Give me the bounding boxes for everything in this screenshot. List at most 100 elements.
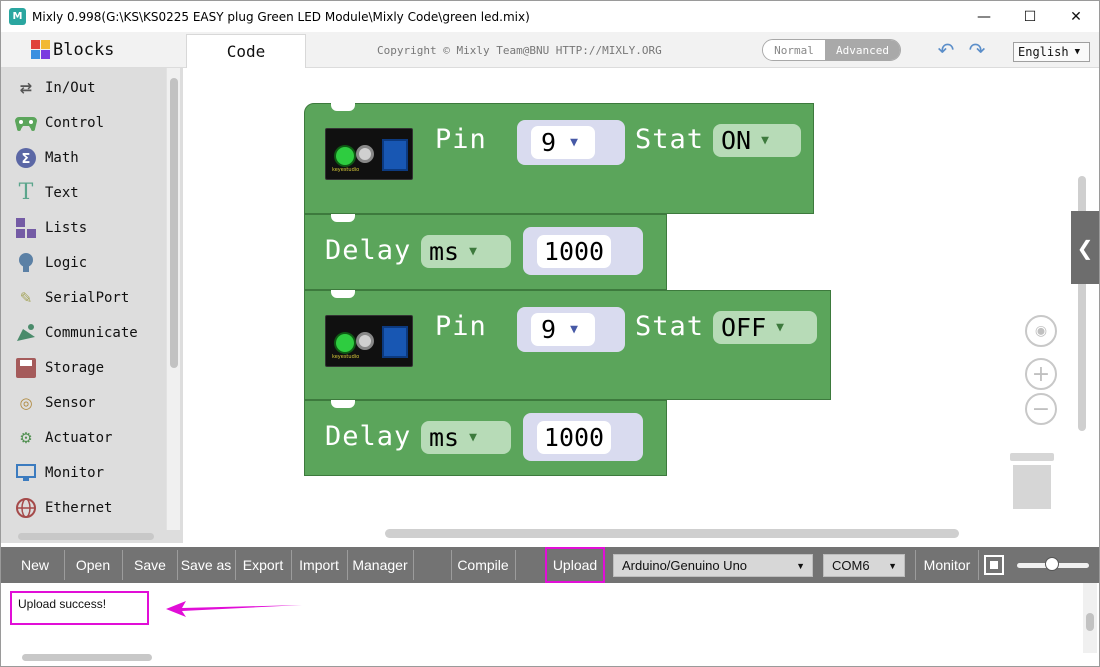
reset-center-icon[interactable]: ◉ xyxy=(1025,315,1057,347)
sidebar-item-label: Control xyxy=(45,114,105,131)
mode-normal-option[interactable]: Normal xyxy=(763,40,825,60)
minimize-button[interactable]: — xyxy=(961,1,1007,32)
monitor-icon xyxy=(15,462,37,484)
sidebar-item-serialport[interactable]: ✎ SerialPort xyxy=(1,280,166,315)
scrollbar-thumb[interactable] xyxy=(22,654,152,661)
trash-icon[interactable] xyxy=(1010,453,1054,509)
undo-icon[interactable]: ↶ xyxy=(934,38,958,62)
led-module-image: keyestudio xyxy=(325,315,413,367)
pin-socket[interactable]: 9 ▼ xyxy=(517,307,625,352)
toolbar-divider xyxy=(347,550,348,580)
sensor-icon: ◎ xyxy=(19,393,33,412)
scrollbar-thumb[interactable] xyxy=(170,78,178,368)
module-button-icon xyxy=(356,145,374,163)
block-label-delay: Delay xyxy=(325,421,412,452)
digital-write-block[interactable]: keyestudio Pin 9 ▼ Stat ON ▼ xyxy=(304,103,814,214)
block-label-pin: Pin xyxy=(435,124,487,155)
delay-value-socket[interactable]: 1000 xyxy=(523,413,643,461)
toolbar-divider xyxy=(515,550,516,580)
language-select[interactable]: English ▼ xyxy=(1013,42,1090,62)
delay-value-input[interactable]: 1000 xyxy=(537,234,611,268)
language-value: English xyxy=(1018,45,1069,59)
sidebar-vertical-scrollbar[interactable] xyxy=(166,68,180,530)
chevron-left-icon[interactable]: ❮ xyxy=(1071,211,1099,284)
output-horizontal-scrollbar[interactable] xyxy=(8,651,1083,663)
sidebar-item-label: Storage xyxy=(45,359,105,376)
zoom-slider-handle[interactable] xyxy=(1045,557,1059,571)
chip-icon[interactable] xyxy=(984,555,1004,575)
sidebar-item-text[interactable]: T Text xyxy=(1,175,166,210)
sidebar-item-control[interactable]: Control xyxy=(1,105,166,140)
sidebar-item-label: Communicate xyxy=(45,324,138,341)
delay-block[interactable]: Delay ms ▼ 1000 xyxy=(304,214,667,290)
digital-write-block[interactable]: keyestudio Pin 9 ▼ Stat OFF ▼ xyxy=(304,290,831,400)
pin-dropdown[interactable]: 9 ▼ xyxy=(531,126,595,159)
delay-value-socket[interactable]: 1000 xyxy=(523,227,643,275)
module-button-icon xyxy=(356,332,374,350)
pin-dropdown[interactable]: 9 ▼ xyxy=(531,313,595,346)
pin-value: 9 xyxy=(541,315,557,344)
module-connector-icon xyxy=(382,326,408,358)
window-title: Mixly 0.998(G:\KS\KS0225 EASY plug Green… xyxy=(32,9,530,24)
import-button[interactable]: Import xyxy=(293,549,345,581)
compile-button[interactable]: Compile xyxy=(453,549,513,581)
scrollbar-thumb[interactable] xyxy=(1086,613,1094,631)
mode-toggle[interactable]: Normal Advanced xyxy=(762,39,901,61)
pin-socket[interactable]: 9 ▼ xyxy=(517,120,625,165)
bottom-toolbar: New Open Save Save as Export Import Mana… xyxy=(1,547,1099,583)
port-select[interactable]: COM6 ▼ xyxy=(823,554,905,577)
sidebar-item-sensor[interactable]: ◎ Sensor xyxy=(1,385,166,420)
delay-block[interactable]: Delay ms ▼ 1000 xyxy=(304,400,667,476)
manager-button[interactable]: Manager xyxy=(349,549,411,581)
redo-icon[interactable]: ↷ xyxy=(965,38,989,62)
new-button[interactable]: New xyxy=(9,549,61,581)
delay-unit-dropdown[interactable]: ms ▼ xyxy=(421,235,511,268)
led-module-image: keyestudio xyxy=(325,128,413,180)
monitor-button[interactable]: Monitor xyxy=(917,549,977,581)
chevron-down-icon: ▼ xyxy=(776,320,784,335)
mode-advanced-option[interactable]: Advanced xyxy=(825,40,900,60)
export-button[interactable]: Export xyxy=(237,549,289,581)
open-button[interactable]: Open xyxy=(67,549,119,581)
maximize-button[interactable]: ☐ xyxy=(1007,1,1053,32)
close-button[interactable]: ✕ xyxy=(1053,1,1099,32)
sidebar-item-monitor[interactable]: Monitor xyxy=(1,455,166,490)
delay-value-input[interactable]: 1000 xyxy=(537,420,611,454)
toolbar-divider xyxy=(64,550,65,580)
zoom-in-icon[interactable]: + xyxy=(1025,358,1057,390)
block-label-stat: Stat xyxy=(635,124,705,155)
block-notch xyxy=(331,400,355,408)
scrollbar-thumb[interactable] xyxy=(18,533,154,540)
sidebar-item-lists[interactable]: Lists xyxy=(1,210,166,245)
sidebar-item-ethernet[interactable]: Ethernet xyxy=(1,490,166,525)
storage-icon xyxy=(15,357,37,379)
globe-icon xyxy=(15,497,37,519)
arrows-icon: ⇄ xyxy=(19,78,33,97)
stat-dropdown[interactable]: ON ▼ xyxy=(713,124,801,157)
sidebar-item-logic[interactable]: Logic xyxy=(1,245,166,280)
sidebar-item-label: Monitor xyxy=(45,464,105,481)
board-select[interactable]: Arduino/Genuino Uno ▼ xyxy=(613,554,813,577)
tab-code[interactable]: Code xyxy=(186,34,306,68)
stat-value: OFF xyxy=(721,313,767,342)
workspace-horizontal-scrollbar[interactable] xyxy=(385,529,959,538)
sidebar-item-actuator[interactable]: ⚙ Actuator xyxy=(1,420,166,455)
sidebar-item-inout[interactable]: ⇄ In/Out xyxy=(1,70,166,105)
sidebar-item-math[interactable]: Σ Math xyxy=(1,140,166,175)
delay-unit-dropdown[interactable]: ms ▼ xyxy=(421,421,511,454)
gamepad-icon xyxy=(15,112,37,134)
sidebar-horizontal-scrollbar[interactable] xyxy=(8,530,166,542)
zoom-out-icon[interactable]: − xyxy=(1025,393,1057,425)
stat-dropdown[interactable]: OFF ▼ xyxy=(713,311,817,344)
save-as-button[interactable]: Save as xyxy=(179,549,233,581)
sidebar-item-label: Logic xyxy=(45,254,88,271)
sidebar-item-communicate[interactable]: Communicate xyxy=(1,315,166,350)
tab-blocks[interactable]: Blocks xyxy=(1,32,183,68)
port-select-value: COM6 xyxy=(832,558,870,573)
save-button[interactable]: Save xyxy=(125,549,175,581)
output-vertical-scrollbar[interactable] xyxy=(1083,583,1097,653)
sidebar-item-storage[interactable]: Storage xyxy=(1,350,166,385)
chevron-down-icon: ▼ xyxy=(888,560,897,571)
chevron-down-icon: ▼ xyxy=(761,133,769,148)
block-workspace[interactable]: keyestudio Pin 9 ▼ Stat ON ▼ Delay ms ▼ xyxy=(183,68,1099,543)
